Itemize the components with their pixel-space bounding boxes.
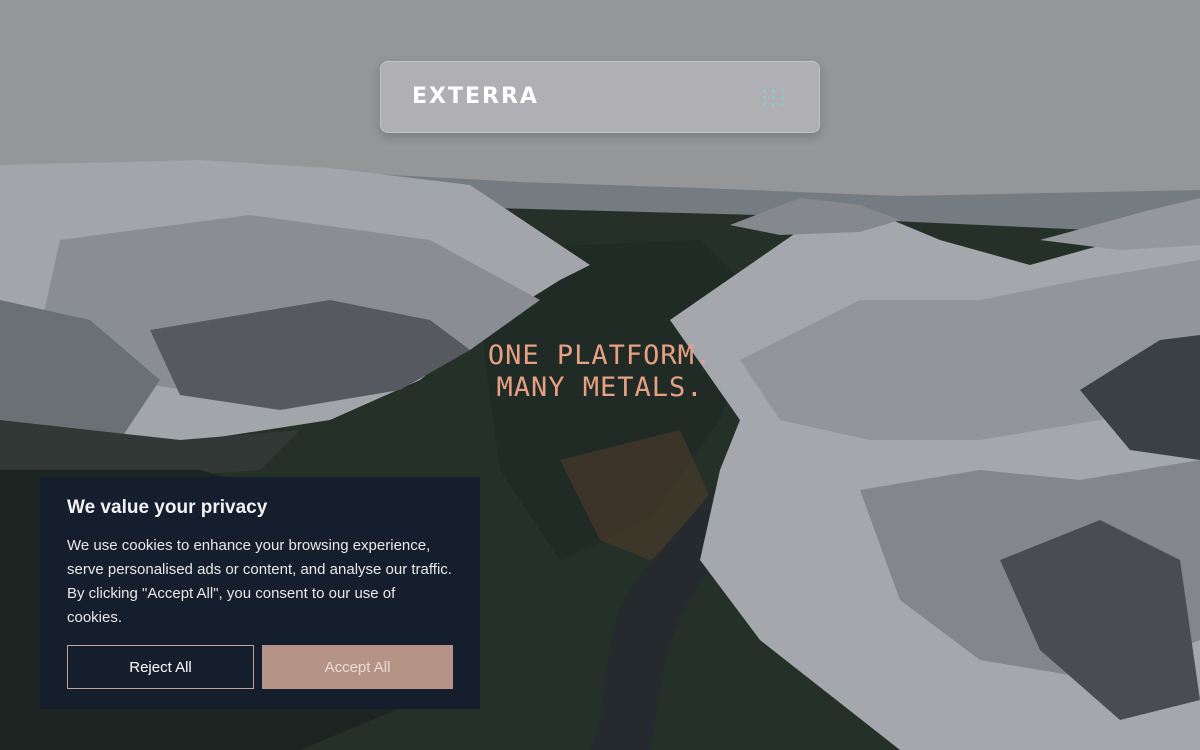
cookie-consent-banner: We value your privacy We use cookies to … (40, 477, 480, 709)
tagline-line-1: ONE PLATFORM. (487, 340, 713, 371)
top-navigation-bar: EXTERRA (380, 61, 820, 133)
cookie-button-group: Reject All Accept All (67, 645, 453, 689)
cookie-banner-text: We use cookies to enhance your browsing … (67, 537, 452, 626)
hero-tagline: ONE PLATFORM. MANY METALS. (400, 340, 800, 404)
accept-all-button[interactable]: Accept All (262, 645, 453, 689)
exterra-logo[interactable]: EXTERRA (412, 84, 539, 109)
cookie-banner-title: We value your privacy (67, 497, 268, 518)
tagline-line-2: MANY METALS. (496, 372, 704, 403)
grid-dots-icon[interactable] (763, 89, 785, 107)
reject-all-button[interactable]: Reject All (67, 645, 254, 689)
